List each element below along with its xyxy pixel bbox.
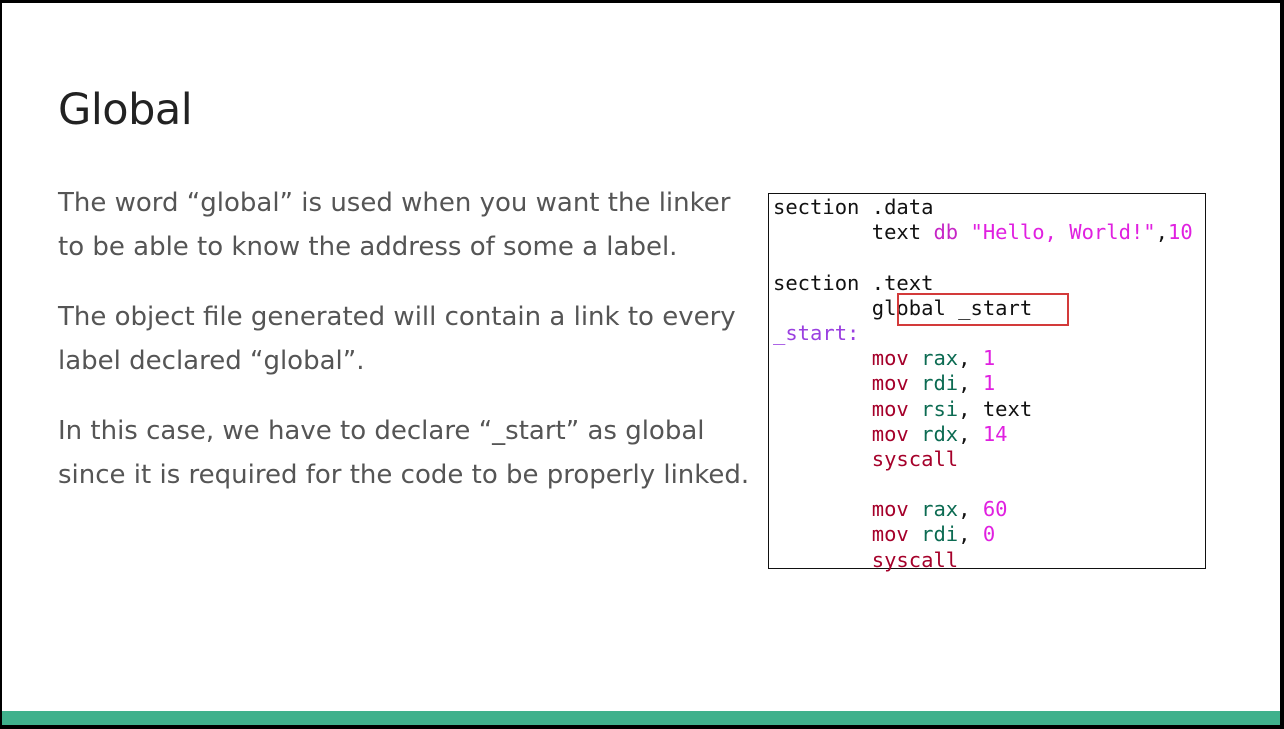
code-token: section bbox=[773, 195, 860, 219]
code-token: syscall bbox=[871, 547, 959, 572]
code-token: , bbox=[958, 421, 983, 446]
code-line: mov rdx, 14 bbox=[773, 422, 1205, 447]
code-line: mov rdi, 1 bbox=[773, 371, 1205, 396]
code-line: section .data bbox=[773, 195, 1205, 220]
code-token: rax bbox=[908, 497, 959, 522]
code-token: 1 bbox=[982, 346, 996, 371]
paragraph-3: In this case, we have to declare “_start… bbox=[58, 416, 750, 490]
code-line: section .text bbox=[773, 271, 1205, 296]
code-token: , bbox=[958, 497, 983, 522]
accent-bar bbox=[2, 711, 1280, 725]
code-line: syscall bbox=[773, 548, 1205, 573]
code-token: rdx bbox=[908, 421, 959, 446]
code-token: .text bbox=[859, 270, 934, 295]
code-token: , bbox=[958, 346, 983, 371]
paragraph-1: The word “global” is used when you want … bbox=[58, 188, 731, 262]
code-line: mov rax, 1 bbox=[773, 346, 1205, 371]
code-token: rax bbox=[908, 346, 959, 371]
code-token: text bbox=[982, 396, 1033, 421]
code-token: "Hello, World!" bbox=[958, 220, 1156, 245]
code-token: text bbox=[871, 220, 922, 245]
code-token: _start: bbox=[773, 320, 860, 345]
slide-body: The word “global” is used when you want … bbox=[58, 181, 758, 523]
code-line: mov rsi, text bbox=[773, 397, 1205, 422]
code-token: , bbox=[958, 522, 983, 547]
slide: Global The word “global” is used when yo… bbox=[2, 3, 1280, 725]
global-start-highlight bbox=[897, 293, 1069, 326]
code-token: mov bbox=[871, 522, 909, 547]
code-token: , bbox=[958, 396, 983, 421]
code-token: 10 bbox=[1167, 220, 1193, 245]
code-token: mov bbox=[871, 497, 909, 522]
code-token: syscall bbox=[871, 446, 959, 471]
code-line: mov rax, 60 bbox=[773, 497, 1205, 522]
code-token: 60 bbox=[982, 497, 1008, 522]
code-token: rdi bbox=[908, 371, 959, 396]
code-token: mov bbox=[871, 396, 909, 421]
code-token: mov bbox=[871, 421, 909, 446]
code-token: .data bbox=[859, 195, 934, 219]
code-token: 0 bbox=[982, 522, 996, 547]
code-token: mov bbox=[871, 346, 909, 371]
code-line: mov rdi, 0 bbox=[773, 522, 1205, 547]
code-token: db bbox=[921, 220, 959, 245]
paragraph-2: The object file generated will contain a… bbox=[58, 302, 736, 376]
code-token: 14 bbox=[982, 421, 1008, 446]
code-token: , bbox=[1155, 220, 1168, 245]
code-token: 1 bbox=[982, 371, 996, 396]
code-token: , bbox=[958, 371, 983, 396]
code-token: mov bbox=[871, 371, 909, 396]
slide-title: Global bbox=[58, 85, 193, 135]
code-token: rsi bbox=[908, 396, 959, 421]
code-snippet: section .data text db "Hello, World!",10… bbox=[768, 193, 1206, 572]
code-line: syscall bbox=[773, 447, 1205, 472]
code-token: rdi bbox=[908, 522, 959, 547]
code-token: section bbox=[773, 270, 860, 295]
code-line: text db "Hello, World!",10 bbox=[773, 220, 1205, 245]
